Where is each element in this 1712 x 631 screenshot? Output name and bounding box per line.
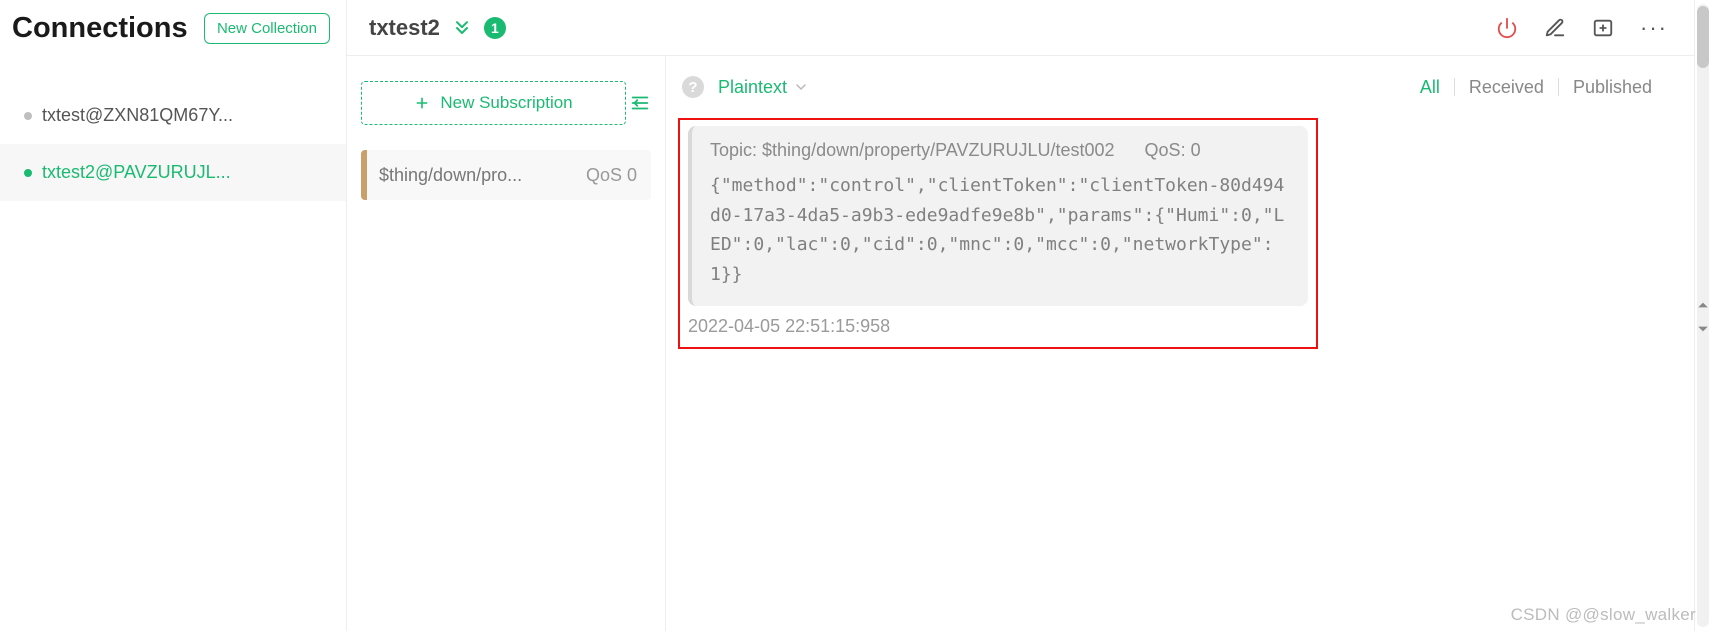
status-dot-icon (24, 112, 32, 120)
connection-item-label: txtest2@PAVZURUJL... (42, 162, 231, 183)
filter-tab-all[interactable]: All (1406, 77, 1454, 98)
message-topic-prefix: Topic: (710, 140, 762, 160)
chevron-down-icon (793, 79, 809, 95)
sidebar-header: Connections New Collection (0, 0, 346, 57)
message-item[interactable]: Topic: $thing/down/property/PAVZURUJLU/t… (688, 126, 1308, 306)
message-filter-tabs: All Received Published (1406, 77, 1666, 98)
scroll-up-button[interactable] (1694, 296, 1712, 314)
new-window-icon (1592, 17, 1614, 39)
new-collection-button[interactable]: New Collection (204, 13, 330, 44)
chevron-double-down-icon[interactable] (452, 18, 472, 38)
connection-item[interactable]: txtest2@PAVZURUJL... (0, 144, 346, 201)
scrollbar-thumb[interactable] (1697, 6, 1709, 68)
message-meta: Topic: $thing/down/property/PAVZURUJLU/t… (710, 140, 1290, 161)
connections-sidebar: Connections New Collection txtest@ZXN81Q… (0, 0, 347, 631)
collapse-subscriptions-button[interactable] (625, 88, 655, 118)
collapse-left-icon (629, 92, 651, 114)
annotation-highlight: Topic: $thing/down/property/PAVZURUJLU/t… (678, 118, 1318, 349)
filter-tab-published[interactable]: Published (1559, 77, 1666, 98)
filter-tab-received[interactable]: Received (1455, 77, 1558, 98)
scrollbar-track-icon (1697, 4, 1709, 627)
power-icon (1496, 17, 1518, 39)
main-panel: txtest2 1 ··· (347, 0, 1694, 631)
connection-name: txtest2 (369, 15, 440, 41)
connection-list: txtest@ZXN81QM67Y... txtest2@PAVZURUJL..… (0, 57, 346, 201)
new-window-button[interactable] (1588, 13, 1618, 43)
subscription-item[interactable]: $thing/down/pro... QoS 0 (361, 150, 651, 200)
message-timestamp: 2022-04-05 22:51:15:958 (688, 316, 1308, 337)
topbar-left: txtest2 1 (369, 15, 506, 41)
subscription-topic: $thing/down/pro... (367, 165, 586, 186)
connection-item[interactable]: txtest@ZXN81QM67Y... (0, 87, 346, 144)
payload-format-select[interactable]: Plaintext (718, 77, 809, 98)
messages-list[interactable]: Topic: $thing/down/property/PAVZURUJLU/t… (666, 110, 1694, 631)
topbar-actions: ··· (1492, 13, 1672, 43)
new-subscription-button[interactable]: New Subscription (361, 81, 626, 125)
help-icon[interactable]: ? (682, 76, 704, 98)
caret-down-icon (1697, 323, 1709, 335)
message-qos: 0 (1191, 140, 1201, 160)
connection-item-label: txtest@ZXN81QM67Y... (42, 105, 233, 126)
more-button[interactable]: ··· (1636, 13, 1672, 43)
messages-panel: ? Plaintext All Received Published (666, 56, 1694, 631)
window-scrollbar[interactable] (1694, 0, 1712, 631)
sidebar-title: Connections (12, 12, 188, 45)
message-topic: $thing/down/property/PAVZURUJLU/test002 (762, 140, 1115, 160)
body: New Subscription $thing/down/pro... QoS … (347, 56, 1694, 631)
status-dot-icon (24, 169, 32, 177)
new-subscription-label: New Subscription (440, 93, 572, 113)
subscription-qos: QoS 0 (586, 165, 651, 186)
edit-icon (1544, 17, 1566, 39)
subscriptions-panel: New Subscription $thing/down/pro... QoS … (347, 56, 666, 631)
unread-badge: 1 (484, 17, 506, 39)
scroll-down-button[interactable] (1694, 320, 1712, 338)
message-payload: {"method":"control","clientToken":"clien… (710, 171, 1290, 290)
edit-button[interactable] (1540, 13, 1570, 43)
more-icon: ··· (1640, 17, 1668, 39)
disconnect-button[interactable] (1492, 13, 1522, 43)
topbar: txtest2 1 ··· (347, 0, 1694, 56)
messages-toolbar: ? Plaintext All Received Published (666, 56, 1694, 110)
plus-icon (414, 95, 430, 111)
payload-format-label: Plaintext (718, 77, 787, 98)
message-qos-prefix: QoS: (1145, 140, 1191, 160)
caret-up-icon (1697, 299, 1709, 311)
